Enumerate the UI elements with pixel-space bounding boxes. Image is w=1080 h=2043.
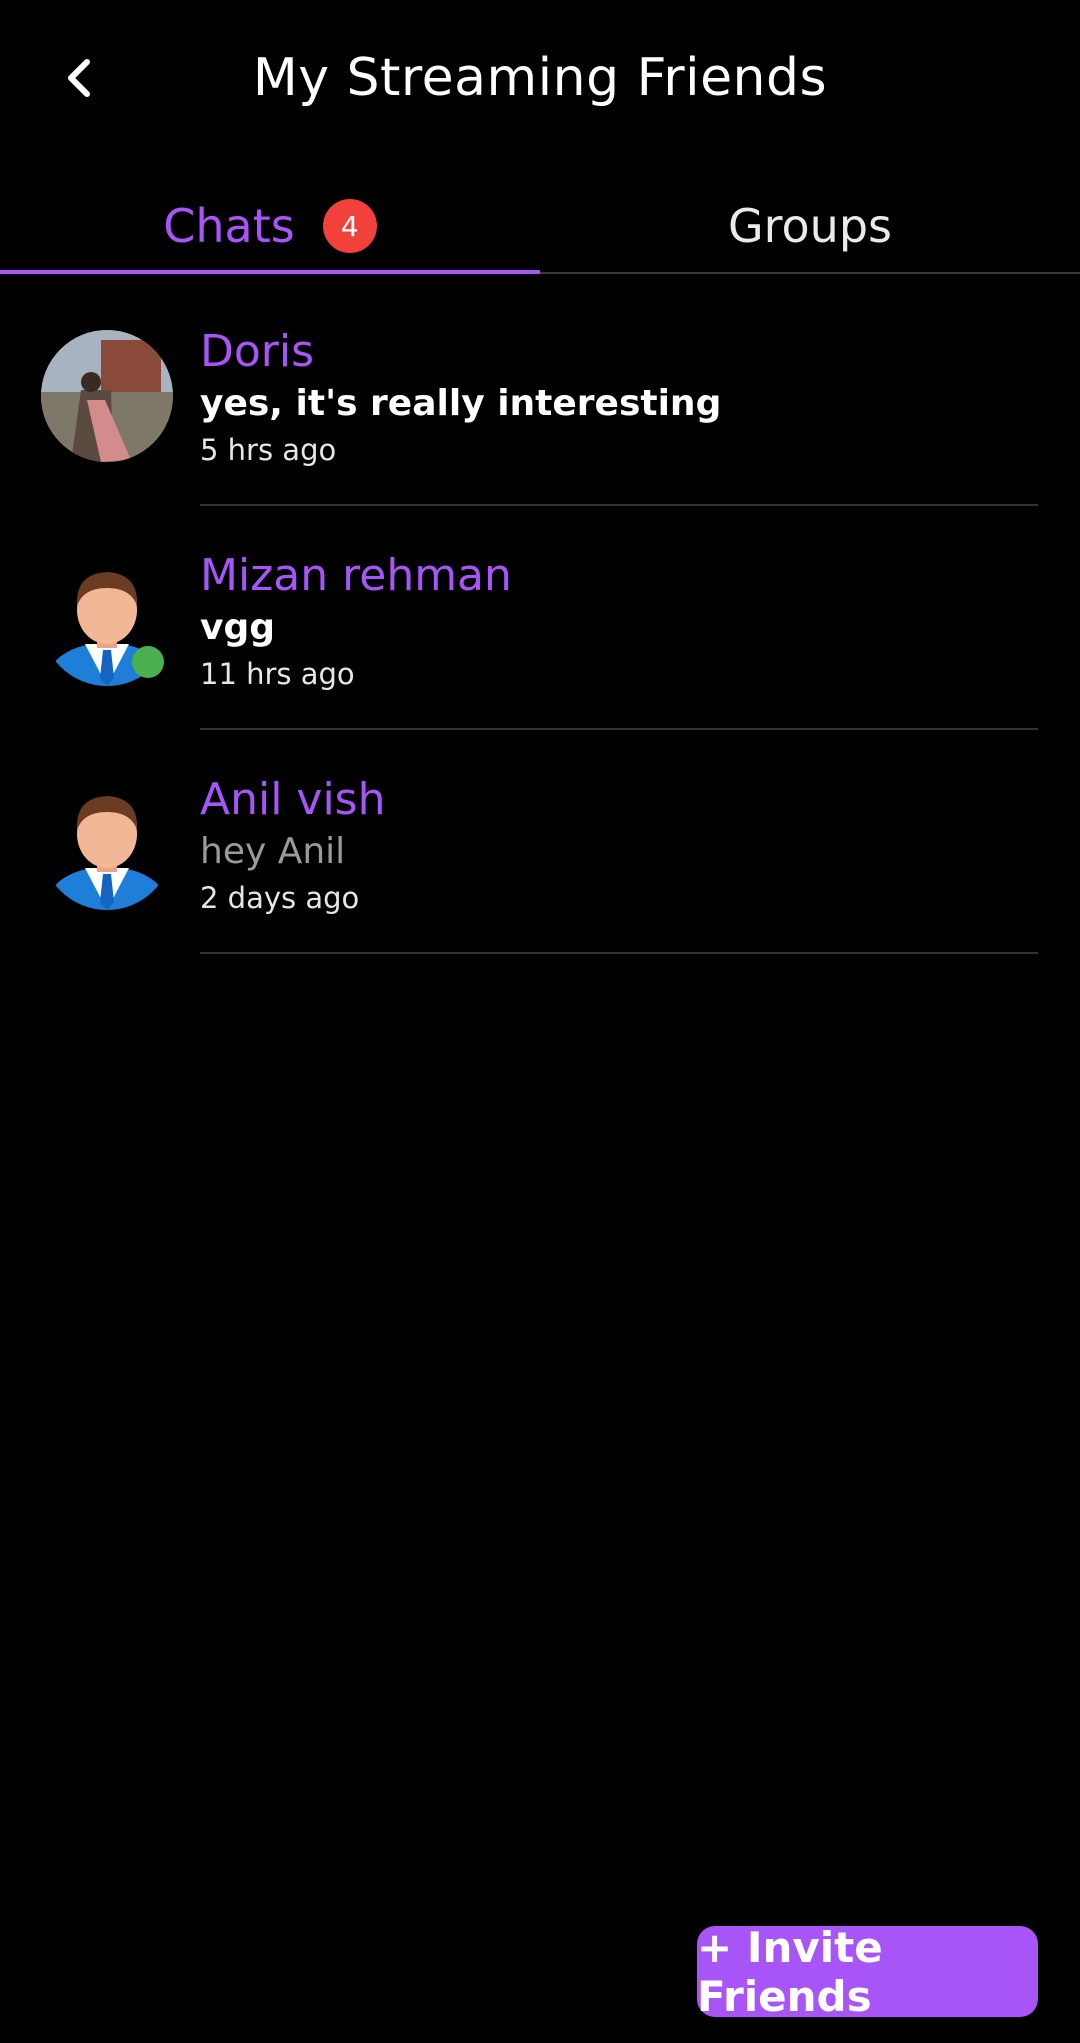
- avatar: [41, 330, 173, 462]
- default-person-icon: [47, 796, 167, 910]
- invite-friends-button[interactable]: + Invite Friends: [697, 1923, 1038, 2021]
- tab-groups[interactable]: Groups: [540, 180, 1080, 272]
- tab-groups-label: Groups: [727, 199, 892, 253]
- page-title: My Streaming Friends: [252, 48, 828, 108]
- contact-name: Anil vish: [200, 774, 386, 825]
- divider: [200, 952, 1038, 954]
- chat-row-mizan-rehman[interactable]: Mizan rehman vgg 11 hrs ago: [0, 506, 1080, 730]
- last-message: hey Anil: [200, 831, 346, 872]
- online-status-icon: [132, 646, 164, 678]
- tab-chats-label: Chats: [163, 199, 295, 253]
- unread-count-badge: 4: [322, 199, 377, 253]
- tab-chats[interactable]: Chats 4: [0, 180, 540, 274]
- last-message: yes, it's really interesting: [200, 383, 722, 424]
- contact-name: Mizan rehman: [200, 550, 512, 601]
- chat-list: Doris yes, it's really interesting 5 hrs…: [0, 282, 1080, 954]
- top-bar: My Streaming Friends: [0, 0, 1080, 160]
- last-message: vgg: [200, 607, 276, 648]
- chat-row-anil-vish[interactable]: Anil vish hey Anil 2 days ago: [0, 730, 1080, 954]
- avatar: [41, 778, 173, 910]
- chat-row-doris[interactable]: Doris yes, it's really interesting 5 hrs…: [0, 282, 1080, 506]
- tab-bar: Chats 4 Groups: [0, 180, 1080, 274]
- contact-name: Doris: [200, 326, 315, 377]
- message-time: 2 days ago: [200, 881, 360, 915]
- profile-photo: [41, 330, 173, 462]
- message-time: 5 hrs ago: [200, 433, 337, 467]
- message-time: 11 hrs ago: [200, 657, 355, 691]
